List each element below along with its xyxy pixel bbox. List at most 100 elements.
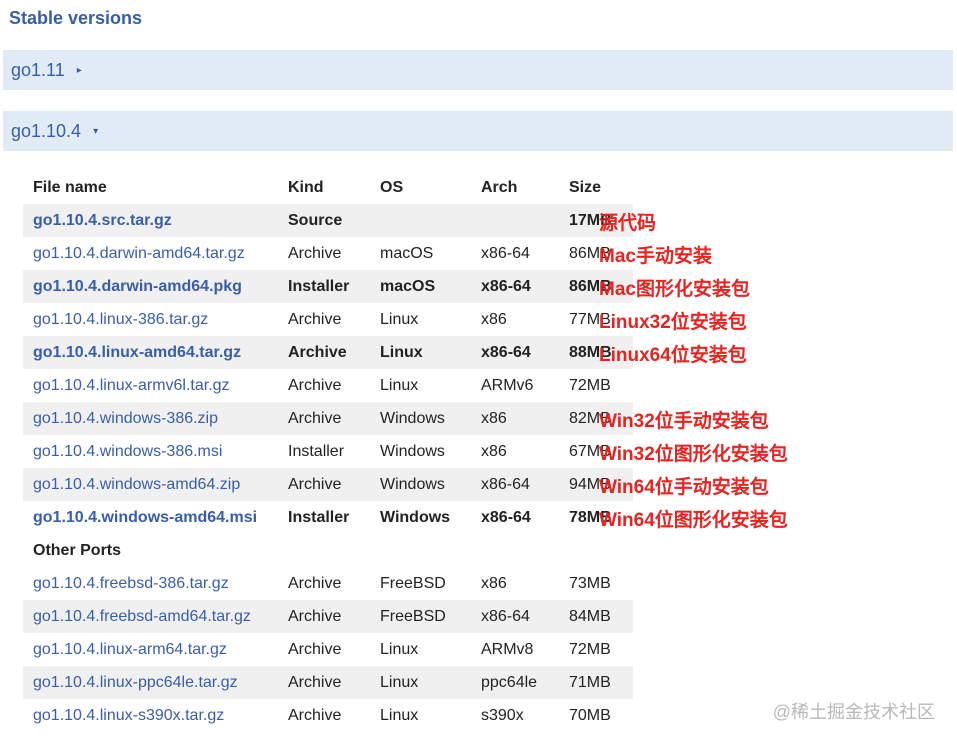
os-cell: Linux [370, 336, 471, 369]
table-row: go1.10.4.linux-ppc64le.tar.gz Archive Linu… [23, 666, 633, 699]
kind-cell: Archive [288, 640, 342, 658]
kind-cell: Archive [278, 600, 370, 633]
size-cell: 72MB [569, 376, 611, 394]
download-link[interactable]: go1.10.4.windows-amd64.zip [33, 476, 240, 493]
os-cell: FreeBSD [380, 574, 446, 592]
kind-cell: Installer [288, 508, 350, 526]
download-link[interactable]: go1.10.4.windows-amd64.msi [33, 509, 257, 526]
table-row: go1.10.4.windows-386.msi Installer Windows… [23, 435, 633, 468]
header-size: Size [569, 178, 602, 196]
file-name-cell: go1.10.4.freebsd-amd64.tar.gz [23, 600, 278, 633]
os-cell: Windows [380, 508, 451, 526]
file-name-cell: go1.10.4.windows-amd64.zip [23, 468, 278, 501]
version-toggle-go1-11[interactable]: go1.11 ▸ [3, 50, 953, 90]
file-name-cell: go1.10.4.linux-armv6l.tar.gz [23, 369, 278, 402]
arch-cell: x86-64 [471, 600, 559, 633]
arch-cell: x86-64 [481, 244, 530, 262]
kind-cell: Archive [278, 666, 370, 699]
download-link[interactable]: go1.10.4.linux-amd64.tar.gz [33, 344, 241, 361]
table-row: go1.10.4.windows-amd64.zip Archive Windows… [23, 468, 633, 501]
table-row: go1.10.4.darwin-amd64.pkg Installer macOS x… [23, 270, 633, 303]
os-cell: FreeBSD [370, 600, 471, 633]
size-cell: 71MB [559, 666, 633, 699]
download-link[interactable]: go1.10.4.freebsd-386.tar.gz [33, 575, 229, 592]
os-cell: Linux [380, 640, 419, 658]
annotation-label: Linux64位安装包 [599, 345, 747, 366]
file-name-cell: go1.10.4.src.tar.gz [23, 204, 278, 237]
arch-cell [471, 204, 559, 237]
os-cell: Windows [370, 402, 471, 435]
table-row: go1.10.4.src.tar.gz Source 17MB [23, 204, 633, 237]
watermark: @稀土掘金技术社区 [772, 702, 935, 722]
file-name-cell: go1.10.4.freebsd-386.tar.gz [23, 567, 278, 600]
annotation-label: 源代码 [599, 213, 657, 234]
version-toggle-go1-10-4[interactable]: go1.10.4 ▾ [3, 111, 953, 151]
annotation-label: Win64位手动安装包 [599, 477, 769, 498]
size-cell: 84MB [559, 600, 633, 633]
table-row: go1.10.4.darwin-amd64.tar.gz Archive macOS… [23, 237, 633, 270]
download-link[interactable]: go1.10.4.freebsd-amd64.tar.gz [33, 608, 251, 625]
download-link[interactable]: go1.10.4.windows-386.zip [33, 410, 218, 427]
os-cell: Windows [370, 468, 471, 501]
arch-cell: x86-64 [471, 336, 559, 369]
annotation-label: Win32位手动安装包 [599, 411, 769, 432]
table-row: go1.10.4.linux-386.tar.gz Archive Linux x86… [23, 303, 633, 336]
kind-cell: Archive [288, 310, 342, 328]
table-row: go1.10.4.linux-armv6l.tar.gz Archive Linux… [23, 369, 633, 402]
kind-cell: Archive [278, 468, 370, 501]
arch-cell: x86 [481, 574, 507, 592]
annotation-label: Win32位图形化安装包 [599, 444, 788, 465]
download-link[interactable]: go1.10.4.linux-ppc64le.tar.gz [33, 674, 238, 691]
file-name-cell: go1.10.4.darwin-amd64.tar.gz [23, 237, 278, 270]
os-cell [370, 204, 471, 237]
arch-cell: x86 [481, 310, 507, 328]
annotation-label: Mac手动安装 [599, 246, 712, 267]
table-row: go1.10.4.freebsd-amd64.tar.gz Archive Free… [23, 600, 633, 633]
download-link[interactable]: go1.10.4.windows-386.msi [33, 443, 222, 460]
arch-cell: x86-64 [481, 508, 531, 526]
kind-cell: Archive [288, 244, 342, 262]
table-header-row: File name Kind OS Arch Size [23, 171, 633, 204]
download-link[interactable]: go1.10.4.linux-armv6l.tar.gz [33, 377, 230, 394]
os-cell: macOS [370, 270, 471, 303]
download-link[interactable]: go1.10.4.src.tar.gz [33, 212, 172, 229]
kind-cell: Archive [288, 706, 342, 724]
table-row: go1.10.4.freebsd-386.tar.gz Archive FreeBS… [23, 567, 633, 600]
kind-cell: Archive [288, 376, 342, 394]
kind-cell: Installer [278, 270, 370, 303]
header-arch: Arch [481, 178, 518, 196]
collapsed-arrow-icon: ▸ [76, 64, 82, 76]
download-link[interactable]: go1.10.4.linux-386.tar.gz [33, 311, 208, 328]
table-row: go1.10.4.windows-amd64.msi Installer Windo… [23, 501, 633, 534]
kind-cell: Archive [278, 402, 370, 435]
arch-cell: ppc64le [471, 666, 559, 699]
expanded-arrow-icon: ▾ [93, 125, 99, 137]
header-os: OS [380, 178, 404, 196]
arch-cell: ARMv6 [481, 376, 534, 394]
arch-cell: x86 [481, 442, 507, 460]
other-ports-header-row: Other Ports [23, 534, 633, 567]
download-link[interactable]: go1.10.4.darwin-amd64.tar.gz [33, 245, 245, 262]
table-row: go1.10.4.windows-386.zip Archive Windows x8… [23, 402, 633, 435]
version-name: go1.11 [11, 59, 65, 80]
table-row: go1.10.4.linux-amd64.tar.gz Archive Linux x… [23, 336, 633, 369]
arch-cell: x86 [471, 402, 559, 435]
file-name-cell: go1.10.4.windows-386.msi [23, 435, 278, 468]
download-link[interactable]: go1.10.4.linux-s390x.tar.gz [33, 707, 224, 724]
download-link[interactable]: go1.10.4.darwin-amd64.pkg [33, 278, 242, 295]
file-name-cell: go1.10.4.windows-386.zip [23, 402, 278, 435]
arch-cell: x86-64 [471, 270, 559, 303]
annotation-label: Win64位图形化安装包 [599, 510, 788, 531]
section-title: Stable versions [9, 8, 143, 28]
os-cell: Linux [380, 706, 419, 724]
downloads-table: File name Kind OS Arch Size go1.10.4.src… [23, 171, 633, 732]
file-name-cell: go1.10.4.darwin-amd64.pkg [23, 270, 278, 303]
download-link[interactable]: go1.10.4.linux-arm64.tar.gz [33, 641, 227, 658]
kind-cell: Installer [288, 442, 345, 460]
version-name: go1.10.4 [11, 120, 82, 141]
os-cell: Linux [380, 310, 419, 328]
os-cell: Linux [380, 376, 419, 394]
other-ports-label: Other Ports [23, 534, 633, 567]
file-name-cell: go1.10.4.windows-amd64.msi [23, 501, 278, 534]
annotation-label: Mac图形化安装包 [599, 279, 750, 300]
